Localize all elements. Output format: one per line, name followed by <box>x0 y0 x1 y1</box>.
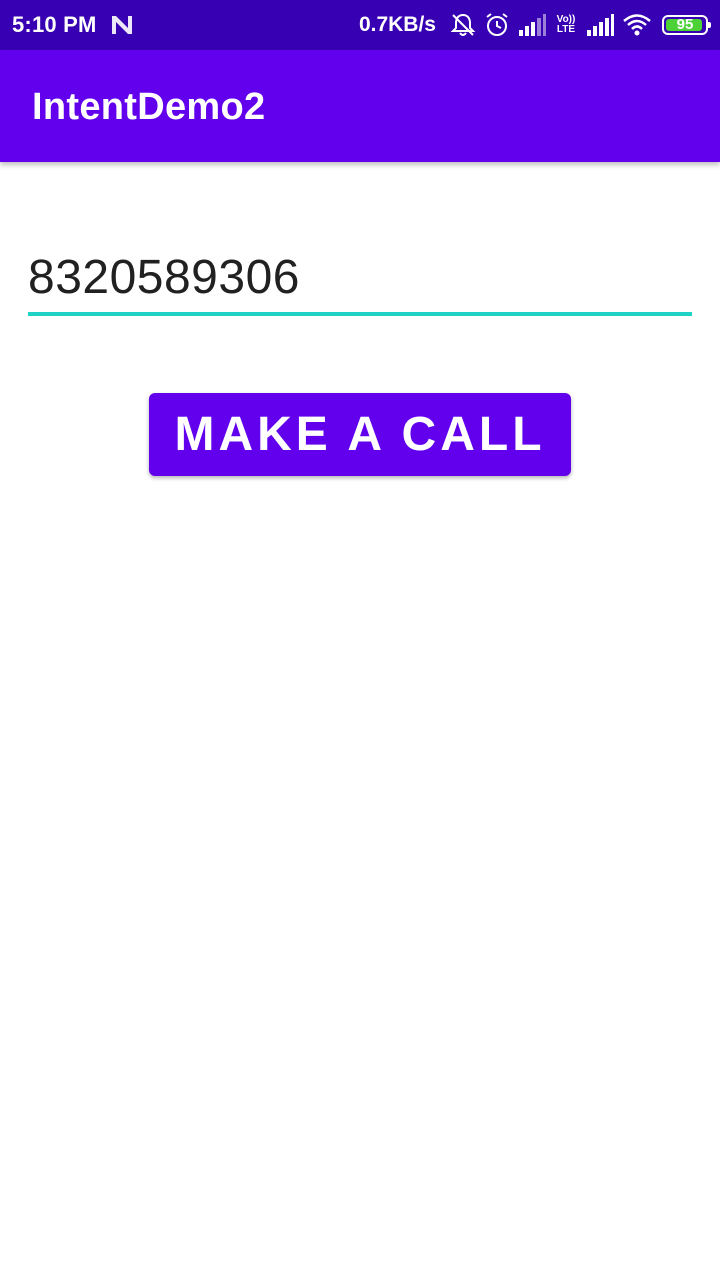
phone-number-field[interactable]: 8320589306 <box>28 240 692 318</box>
app-title: IntentDemo2 <box>32 86 266 128</box>
mute-bell-icon <box>450 13 476 36</box>
alarm-icon <box>486 13 508 36</box>
signal-bars-icon <box>587 14 614 36</box>
field-underline <box>28 312 692 316</box>
battery-icon: 95 <box>662 15 711 35</box>
net-speed: 0.7KB/s <box>358 13 436 36</box>
volte-icon: Vo)) LTE <box>554 15 578 35</box>
phone-number-value[interactable]: 8320589306 <box>28 250 300 305</box>
battery-nub <box>708 22 711 28</box>
status-time: 5:10 PM <box>12 12 97 37</box>
status-icons: 0.7KB/s Vo)) LTE 95 <box>358 10 711 40</box>
wifi-icon <box>623 14 651 36</box>
battery-level: 95 <box>676 16 694 33</box>
app-bar: IntentDemo2 <box>0 50 720 162</box>
status-bar: 5:10 PM 0.7KB/s Vo)) LTE 95 <box>0 0 720 50</box>
volte-bottom-label: LTE <box>556 24 576 35</box>
signal-bars-icon <box>519 14 546 36</box>
make-call-button[interactable]: MAKE A CALL <box>149 393 571 476</box>
n-notification-icon <box>112 16 132 34</box>
